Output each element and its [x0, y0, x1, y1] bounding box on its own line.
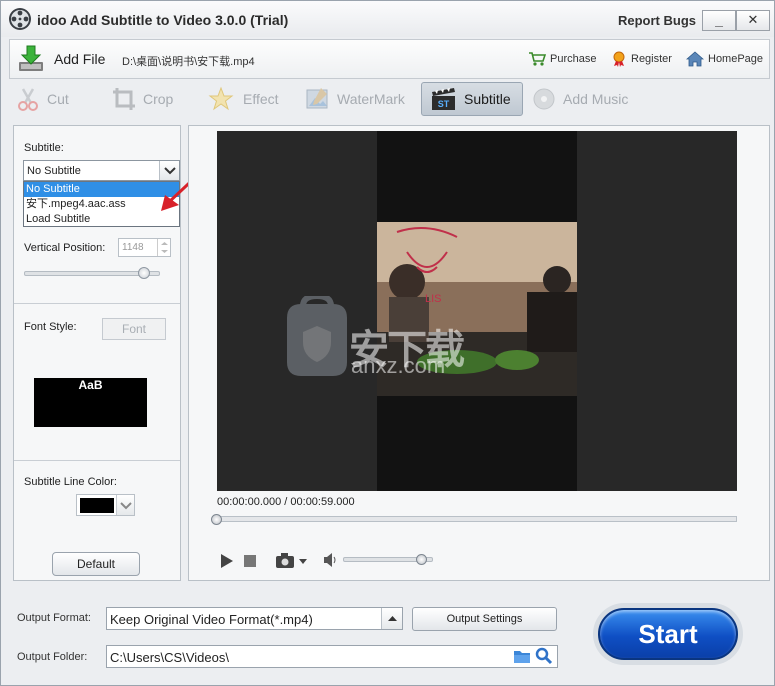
- play-icon[interactable]: [219, 553, 235, 569]
- output-folder-label: Output Folder:: [17, 651, 88, 663]
- minimize-button[interactable]: _: [702, 10, 736, 31]
- tab-watermark-label: WaterMark: [337, 91, 405, 107]
- svg-text:ST: ST: [438, 99, 450, 109]
- line-color-swatch: [80, 498, 114, 513]
- subtitle-select-value: No Subtitle: [27, 165, 81, 177]
- seek-bar[interactable]: [217, 516, 737, 522]
- tab-effect[interactable]: Effect: [207, 82, 297, 116]
- font-button[interactable]: Font: [102, 318, 166, 340]
- subtitle-line-color-label: Subtitle Line Color:: [24, 476, 117, 488]
- add-file-label: Add File: [54, 51, 106, 67]
- add-file-icon: [19, 45, 43, 71]
- video-canvas[interactable]: LIS: [217, 131, 737, 491]
- file-bar: Add File D:\桌面\说明书\安下载.mp4 Purchase Regi…: [9, 39, 770, 79]
- window-title: idoo Add Subtitle to Video 3.0.0 (Trial): [37, 12, 289, 28]
- vertical-position-spinner[interactable]: [157, 239, 170, 256]
- snapshot-camera-icon[interactable]: [275, 552, 309, 570]
- playback-time: 00:00:00.000 / 00:00:59.000: [217, 496, 355, 508]
- music-disc-icon: [533, 88, 555, 110]
- purchase-link[interactable]: Purchase: [528, 51, 596, 67]
- home-icon: [686, 51, 704, 67]
- close-button[interactable]: ✕: [736, 10, 770, 31]
- font-preview: AaB: [34, 378, 147, 427]
- triangle-up-icon: [388, 616, 397, 621]
- chevron-down-icon: [120, 502, 132, 510]
- subtitle-label: Subtitle:: [24, 142, 64, 154]
- add-file-button[interactable]: Add File: [16, 43, 116, 75]
- output-section: Output Format: Keep Original Video Forma…: [1, 589, 774, 685]
- star-icon: [208, 86, 234, 111]
- tab-crop-label: Crop: [143, 91, 174, 107]
- vertical-position-slider-thumb[interactable]: [137, 267, 150, 279]
- file-path: D:\桌面\说明书\安下载.mp4: [122, 56, 255, 68]
- output-format-select[interactable]: Keep Original Video Format(*.mp4): [106, 607, 403, 630]
- font-style-label: Font Style:: [24, 321, 77, 333]
- tab-subtitle[interactable]: ST Subtitle: [421, 82, 523, 116]
- register-label: Register: [631, 53, 672, 65]
- stop-icon[interactable]: [243, 554, 257, 568]
- spinner-arrows-icon: [161, 242, 168, 253]
- homepage-link[interactable]: HomePage: [686, 51, 763, 67]
- output-format-value: Keep Original Video Format(*.mp4): [110, 612, 313, 627]
- volume-icon[interactable]: [323, 552, 339, 568]
- watermark-icon: [306, 88, 328, 109]
- report-bugs-link[interactable]: Report Bugs: [618, 13, 696, 28]
- crop-icon: [113, 88, 135, 110]
- tab-crop[interactable]: Crop: [111, 82, 191, 116]
- start-button[interactable]: Start: [593, 603, 743, 665]
- award-ribbon-icon: [613, 51, 625, 67]
- tab-add-music-label: Add Music: [563, 91, 629, 107]
- tool-tabs: Cut Crop Effect WaterMark ST Subtitle Ad…: [9, 80, 770, 118]
- vertical-position-input[interactable]: 1148: [118, 238, 171, 257]
- output-folder-value: C:\Users\CS\Videos\: [110, 650, 229, 665]
- tab-watermark[interactable]: WaterMark: [305, 82, 415, 116]
- clapboard-icon: ST: [432, 88, 455, 110]
- seek-bar-thumb[interactable]: [211, 514, 222, 525]
- divider: [14, 303, 180, 304]
- folder-icon[interactable]: [513, 648, 531, 665]
- output-format-label: Output Format:: [17, 612, 91, 624]
- volume-slider-thumb[interactable]: [416, 554, 428, 565]
- watermark-subtext: anxz.com: [351, 353, 446, 378]
- title-bar: idoo Add Subtitle to Video 3.0.0 (Trial)…: [1, 1, 774, 37]
- tab-cut-label: Cut: [47, 91, 69, 107]
- video-player: LIS 00:00:00.000 / 00:00:59.000: [188, 125, 770, 581]
- tab-add-music[interactable]: Add Music: [531, 82, 641, 116]
- tab-subtitle-label: Subtitle: [464, 91, 511, 107]
- output-folder-input[interactable]: C:\Users\CS\Videos\: [106, 645, 558, 668]
- tab-effect-label: Effect: [243, 91, 279, 107]
- search-icon[interactable]: [535, 647, 553, 665]
- default-button[interactable]: Default: [52, 552, 140, 576]
- vertical-position-value: 1148: [122, 242, 144, 253]
- film-reel-icon: [9, 8, 31, 30]
- homepage-label: HomePage: [708, 53, 764, 65]
- line-color-picker[interactable]: [76, 494, 135, 516]
- cart-icon: [529, 52, 546, 66]
- scissors-icon: [18, 88, 38, 111]
- start-button-label: Start: [598, 608, 738, 660]
- svg-text:LIS: LIS: [425, 293, 442, 305]
- register-link[interactable]: Register: [611, 51, 672, 67]
- vertical-position-label: Vertical Position:: [24, 242, 106, 254]
- tab-cut[interactable]: Cut: [15, 82, 95, 116]
- line-color-arrow[interactable]: [116, 495, 134, 515]
- output-settings-button[interactable]: Output Settings: [412, 607, 557, 631]
- app-window: idoo Add Subtitle to Video 3.0.0 (Trial)…: [0, 0, 775, 686]
- output-format-arrow[interactable]: [381, 608, 402, 629]
- purchase-label: Purchase: [550, 53, 597, 65]
- divider: [14, 460, 180, 461]
